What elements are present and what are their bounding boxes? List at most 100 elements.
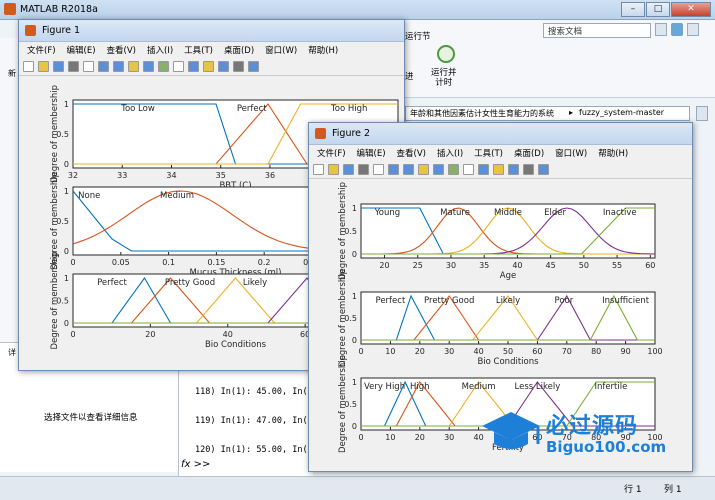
link-icon[interactable] bbox=[188, 61, 199, 72]
x-tick-label: 0 bbox=[358, 433, 363, 442]
new-figure-icon[interactable] bbox=[23, 61, 34, 72]
search-button[interactable] bbox=[655, 23, 667, 36]
menu-desktop[interactable]: 桌面(D) bbox=[514, 147, 544, 159]
new-figure-icon[interactable] bbox=[313, 164, 324, 175]
mf-label: Likely bbox=[496, 296, 520, 306]
x-tick-label: 36 bbox=[265, 171, 275, 180]
brush-icon[interactable] bbox=[173, 61, 184, 72]
print-icon[interactable] bbox=[68, 61, 79, 72]
menu-window[interactable]: 窗口(W) bbox=[555, 147, 587, 159]
y-tick-label: 0 bbox=[352, 250, 357, 259]
y-tick-label: 0 bbox=[64, 247, 69, 256]
menu-tools[interactable]: 工具(T) bbox=[184, 44, 213, 56]
run-and-time-label[interactable]: 运行并 计时 bbox=[431, 68, 457, 88]
figure-2-title-bar: Figure 2 bbox=[309, 123, 692, 145]
mf-label: Perfect bbox=[97, 278, 127, 288]
maximize-button[interactable]: □ bbox=[646, 2, 670, 17]
legend-icon[interactable] bbox=[218, 61, 229, 72]
menu-view[interactable]: 查看(V) bbox=[107, 44, 136, 56]
hide-tools-icon[interactable] bbox=[233, 61, 244, 72]
menu-view[interactable]: 查看(V) bbox=[397, 147, 426, 159]
menu-tools[interactable]: 工具(T) bbox=[474, 147, 503, 159]
x-tick-label: 50 bbox=[579, 261, 589, 270]
colorbar-icon[interactable] bbox=[203, 61, 214, 72]
command-window[interactable]: 118) In(1): 45.00, In(2 119) In(1): 47.0… bbox=[178, 370, 313, 476]
zoom-in-icon[interactable] bbox=[388, 164, 399, 175]
zoom-in-icon[interactable] bbox=[98, 61, 109, 72]
pointer-icon[interactable] bbox=[83, 61, 94, 72]
address-dropdown[interactable] bbox=[696, 106, 708, 121]
data-cursor-icon[interactable] bbox=[448, 164, 459, 175]
link-icon[interactable] bbox=[478, 164, 489, 175]
data-cursor-icon[interactable] bbox=[158, 61, 169, 72]
command-line: 119) In(1): 47.00, In(2 bbox=[195, 416, 313, 426]
y-tick-label: 1 bbox=[64, 100, 69, 109]
help-icon[interactable] bbox=[671, 23, 683, 36]
x-tick-label: 0 bbox=[358, 347, 363, 356]
ribbon-area: 搜索文档 运行节 进 运行并 计时 bbox=[405, 20, 715, 98]
mf-label: Perfect bbox=[237, 104, 267, 114]
x-tick-label: 55 bbox=[612, 261, 622, 270]
x-tick-label: 34 bbox=[166, 171, 176, 180]
new-label[interactable]: 新 bbox=[8, 68, 16, 79]
y-tick-label: 1 bbox=[352, 378, 357, 387]
menu-file[interactable]: 文件(F) bbox=[27, 44, 56, 56]
breadcrumb-folder[interactable]: fuzzy_system-master bbox=[579, 108, 664, 117]
y-axis-label: Degree of membership bbox=[338, 355, 348, 453]
y-axis-label: Degree of membership bbox=[50, 251, 60, 349]
dock-icon[interactable] bbox=[538, 164, 549, 175]
menu-file[interactable]: 文件(F) bbox=[317, 147, 346, 159]
figure-2-age-plot: 20 25 30 35 40 45 50 55 6010.50AgeDegree of memb… bbox=[338, 182, 656, 281]
menu-window[interactable]: 窗口(W) bbox=[265, 44, 297, 56]
save-icon[interactable] bbox=[53, 61, 64, 72]
menu-help[interactable]: 帮助(H) bbox=[308, 44, 338, 56]
pan-icon[interactable] bbox=[418, 164, 429, 175]
address-bar[interactable]: 年龄和其他因素估计女性生育能力的系统 ▸ fuzzy_system-master bbox=[405, 106, 690, 121]
close-button[interactable]: ✕ bbox=[671, 2, 711, 17]
dock-icon[interactable] bbox=[248, 61, 259, 72]
x-axis-label: Age bbox=[500, 271, 516, 281]
pan-icon[interactable] bbox=[128, 61, 139, 72]
breadcrumb-path[interactable]: 年龄和其他因素估计女性生育能力的系统 bbox=[410, 108, 554, 119]
x-tick-label: 30 bbox=[444, 433, 454, 442]
minimize-button[interactable]: – bbox=[621, 2, 645, 17]
search-input[interactable]: 搜索文档 bbox=[543, 23, 651, 38]
open-file-icon[interactable] bbox=[38, 61, 49, 72]
mf-label: High bbox=[410, 382, 430, 392]
mf-label: Infertile bbox=[594, 382, 627, 392]
pointer-icon[interactable] bbox=[373, 164, 384, 175]
hide-tools-icon[interactable] bbox=[523, 164, 534, 175]
left-strip: 新 bbox=[0, 38, 20, 378]
command-prompt[interactable]: fx >> bbox=[181, 459, 210, 470]
ribbon-expand-icon[interactable] bbox=[687, 23, 699, 36]
run-section-label[interactable]: 运行节 bbox=[405, 30, 431, 42]
zoom-out-icon[interactable] bbox=[403, 164, 414, 175]
x-tick-label: 20 bbox=[379, 261, 389, 270]
y-axis-label: Degree of membership bbox=[50, 85, 60, 183]
y-axis-label: Degree of membership bbox=[338, 182, 348, 280]
menu-insert[interactable]: 插入(I) bbox=[437, 147, 463, 159]
open-file-icon[interactable] bbox=[328, 164, 339, 175]
advance-label[interactable]: 进 bbox=[405, 70, 414, 82]
rotate-icon[interactable] bbox=[433, 164, 444, 175]
details-tab[interactable]: 详 bbox=[8, 347, 16, 358]
colorbar-icon[interactable] bbox=[493, 164, 504, 175]
rotate-icon[interactable] bbox=[143, 61, 154, 72]
brush-icon[interactable] bbox=[463, 164, 474, 175]
menu-desktop[interactable]: 桌面(D) bbox=[224, 44, 254, 56]
print-icon[interactable] bbox=[358, 164, 369, 175]
menu-insert[interactable]: 插入(I) bbox=[147, 44, 173, 56]
menu-edit[interactable]: 编辑(E) bbox=[67, 44, 96, 56]
status-row: 行 1 bbox=[624, 485, 642, 495]
legend-icon[interactable] bbox=[508, 164, 519, 175]
menu-help[interactable]: 帮助(H) bbox=[598, 147, 628, 159]
menu-edit[interactable]: 编辑(E) bbox=[357, 147, 386, 159]
app-title: MATLAB R2018a bbox=[20, 4, 98, 15]
y-tick-label: 0 bbox=[352, 336, 357, 345]
save-icon[interactable] bbox=[343, 164, 354, 175]
figure-1-menu: 文件(F) 编辑(E) 查看(V) 插入(I) 工具(T) 桌面(D) 窗口(W… bbox=[19, 42, 404, 58]
matlab-logo-icon bbox=[4, 3, 16, 15]
zoom-out-icon[interactable] bbox=[113, 61, 124, 72]
command-history: 118) In(1): 45.00, In(2 119) In(1): 47.0… bbox=[195, 378, 313, 465]
run-and-time-icon[interactable] bbox=[437, 45, 455, 63]
